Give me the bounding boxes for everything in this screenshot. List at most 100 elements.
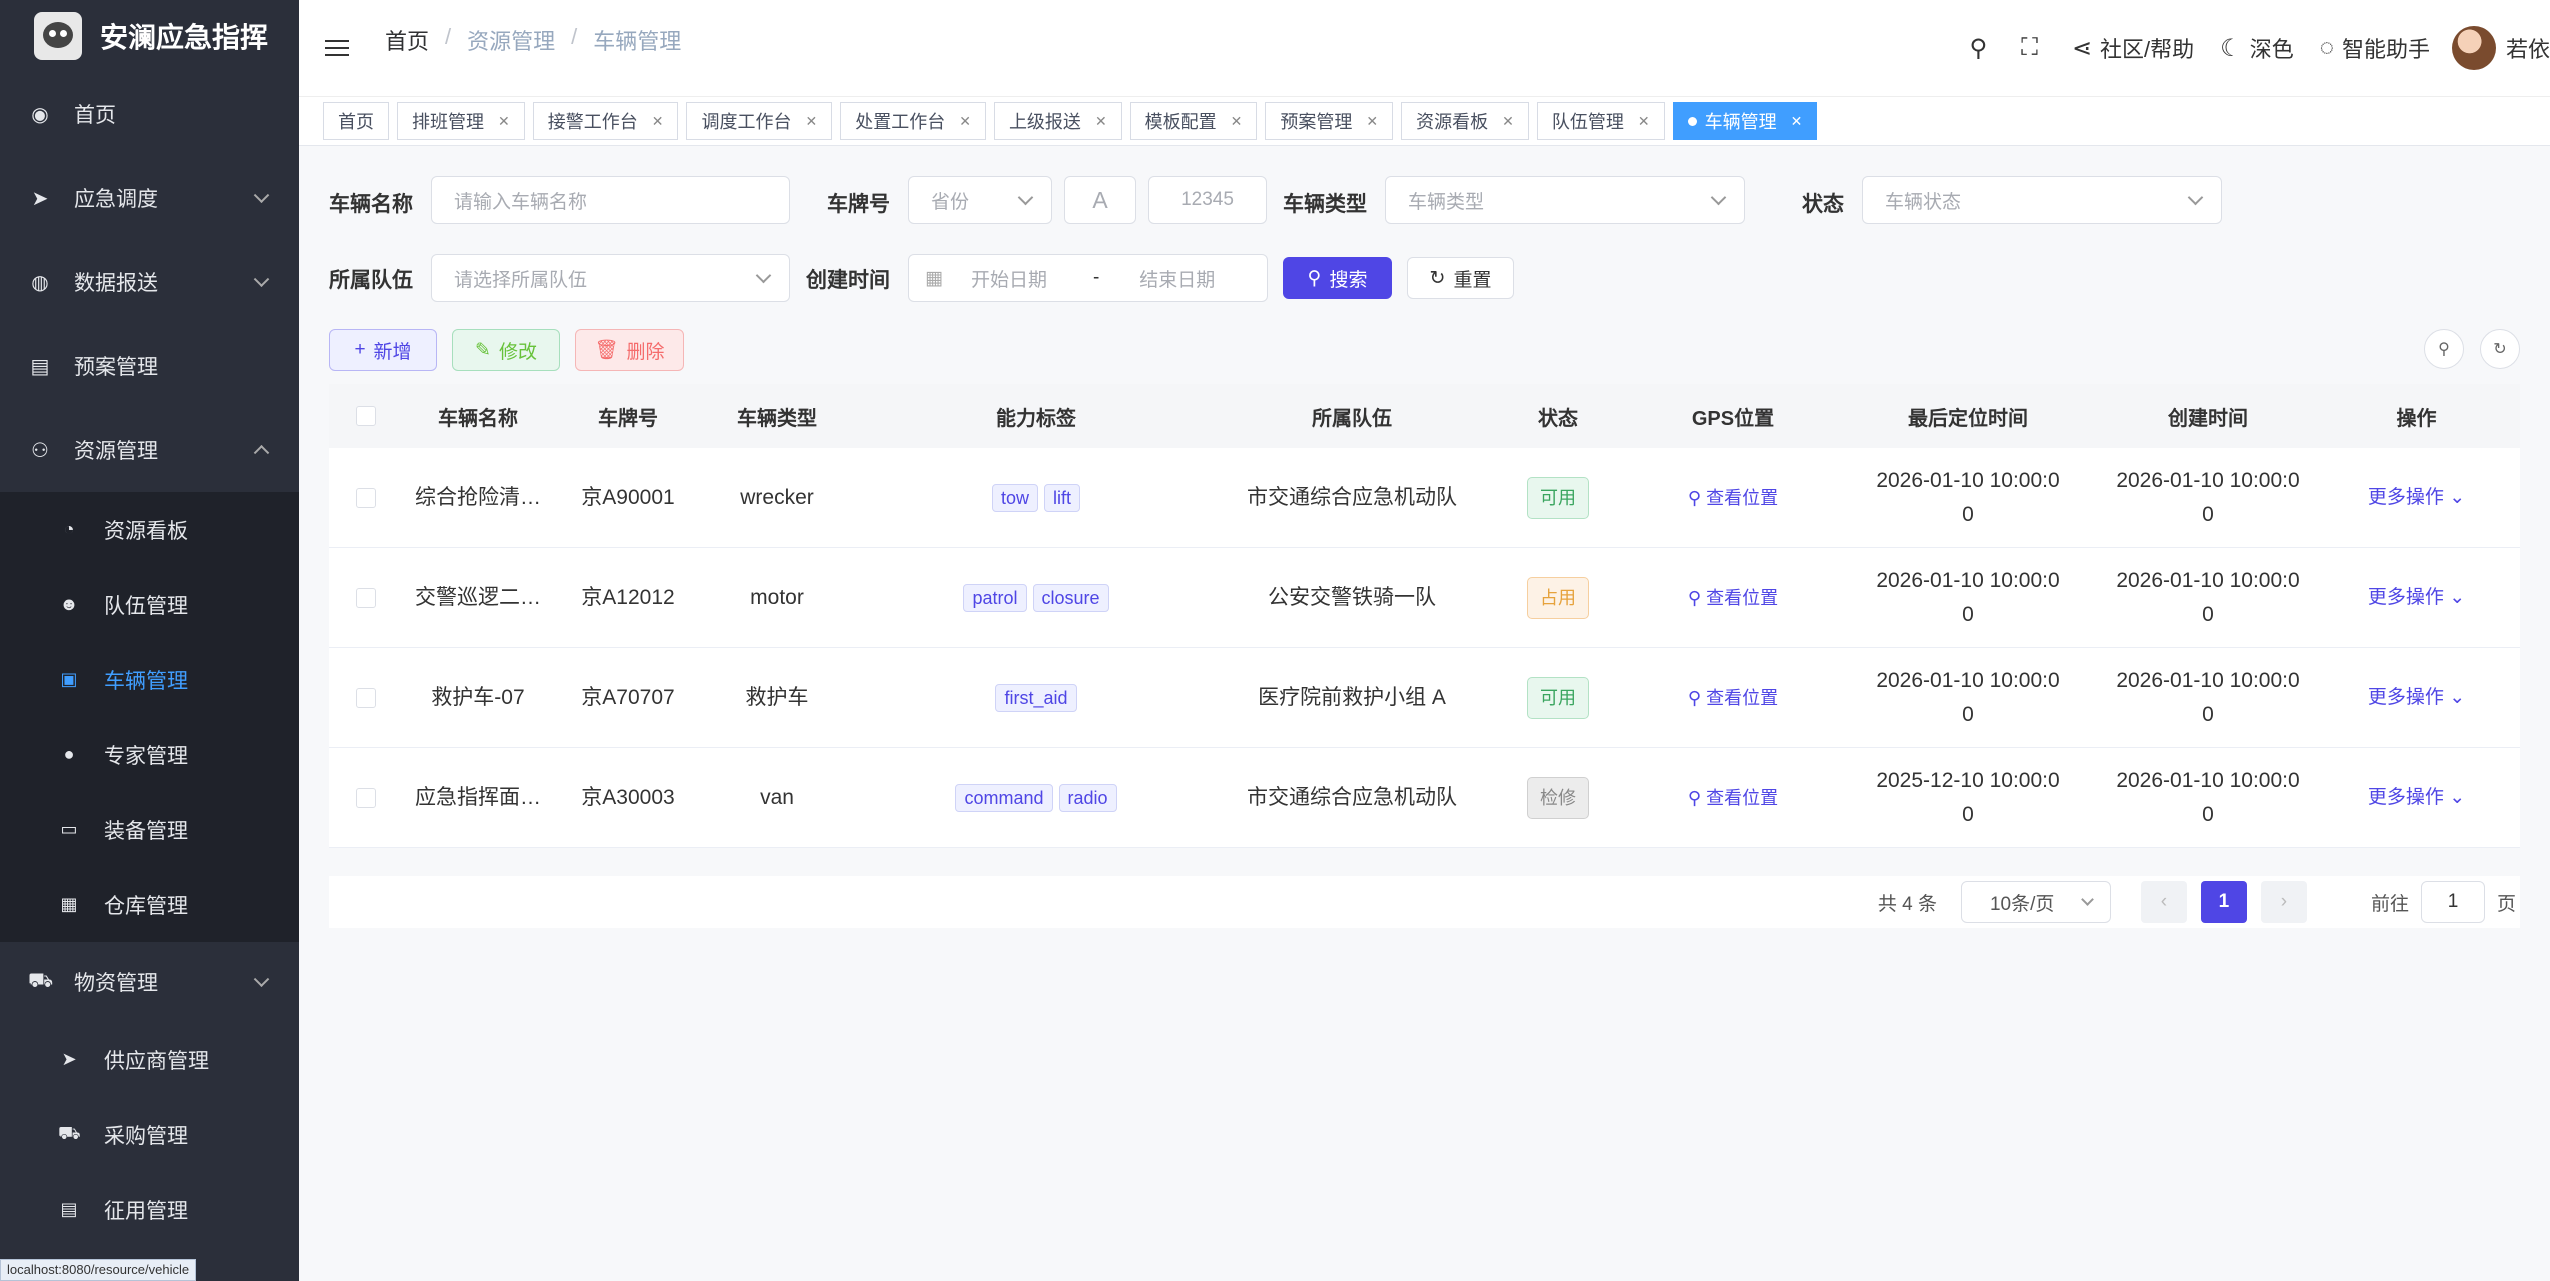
tag-item[interactable]: 队伍管理 ✕ <box>1536 102 1665 140</box>
view-location-link[interactable]: ⚲ 查看位置 <box>1688 688 1778 708</box>
select-all-checkbox[interactable] <box>356 406 376 426</box>
table-row[interactable]: 应急指挥面… 京A30003 van command radio 市交通综合应急机… <box>329 748 2520 848</box>
more-actions-dropdown[interactable]: 更多操作 ⌄ <box>2368 487 2465 508</box>
sidebar-item-material[interactable]: ⛟ 物资管理 <box>0 942 299 1022</box>
more-actions-dropdown[interactable]: 更多操作 ⌄ <box>2368 787 2465 808</box>
close-icon[interactable]: ✕ <box>498 113 510 130</box>
community-help-link[interactable]: ⋖ 社区/帮助 <box>2072 32 2194 64</box>
tag-label: 排班管理 <box>412 112 484 132</box>
sidebar-item-resource[interactable]: ⚇ 资源管理 <box>0 408 299 492</box>
tag-active[interactable]: 车辆管理 ✕ <box>1672 102 1818 140</box>
page-jumper: 前往 1 页 <box>2371 881 2516 923</box>
toggle-search-button[interactable]: ⚲ <box>2424 329 2464 369</box>
close-icon[interactable]: ✕ <box>1366 113 1378 130</box>
close-icon[interactable]: ✕ <box>1502 113 1514 130</box>
sidebar-item-requisition[interactable]: ▤ 征用管理 <box>0 1172 299 1247</box>
assistant-button[interactable]: ◌ 智能助手 <box>2320 32 2430 64</box>
tag-item[interactable]: 调度工作台 ✕ <box>686 102 833 140</box>
cell-operations: 更多操作 ⌄ <box>2313 680 2520 715</box>
close-icon[interactable]: ✕ <box>652 113 664 130</box>
delete-button[interactable]: 🗑 删除 <box>575 329 684 371</box>
more-actions-dropdown[interactable]: 更多操作 ⌄ <box>2368 687 2465 708</box>
tag-home[interactable]: 首页 <box>323 102 389 140</box>
goto-page-input[interactable]: 1 <box>2420 881 2485 923</box>
sidebar-item-purchase[interactable]: ⛟ 采购管理 <box>0 1097 299 1172</box>
close-icon[interactable]: ✕ <box>1095 113 1107 130</box>
view-location-link[interactable]: ⚲ 查看位置 <box>1688 788 1778 808</box>
row-checkbox[interactable] <box>356 587 376 608</box>
close-icon[interactable]: ✕ <box>959 113 971 130</box>
sidebar-item-vehicle[interactable]: ▣ 车辆管理 <box>0 642 299 717</box>
tag-item[interactable]: 资源看板 ✕ <box>1401 102 1529 140</box>
row-checkbox[interactable] <box>356 687 376 708</box>
sidebar-item-report[interactable]: ◍ 数据报送 <box>0 240 299 324</box>
fullscreen-icon[interactable]: ⛶ <box>2021 34 2046 62</box>
placeholder: 省份 <box>931 191 970 213</box>
vehicle-status-select[interactable]: 车辆状态 <box>1862 176 2222 224</box>
cell-vehicle-name: 应急指挥面… <box>415 785 541 809</box>
reset-button[interactable]: ↻ 重置 <box>1407 257 1514 299</box>
breadcrumb-item[interactable]: 首页 <box>385 24 429 56</box>
sidebar-item-home[interactable]: ◉ 首页 <box>0 72 299 156</box>
sidebar-item-resource-board[interactable]: ◔ 资源看板 <box>0 492 299 567</box>
cell-capability-tags: tow lift <box>851 481 1221 515</box>
plate-number-input[interactable]: 12345 <box>1148 176 1267 224</box>
team-select[interactable]: 请选择所属队伍 <box>431 254 790 302</box>
row-checkbox[interactable] <box>356 487 376 508</box>
cell-status: 检修 <box>1483 776 1633 819</box>
vehicle-type-select[interactable]: 车辆类型 <box>1385 176 1745 224</box>
tag-item[interactable]: 预案管理 ✕ <box>1265 102 1394 140</box>
close-icon[interactable]: ✕ <box>805 113 817 130</box>
sidebar-item-supplier[interactable]: ➤ 供应商管理 <box>0 1022 299 1097</box>
sidebar-item-expert[interactable]: ● 专家管理 <box>0 717 299 792</box>
location-pin-icon: ⚲ <box>1687 487 1707 508</box>
chevron-up-icon <box>253 444 270 461</box>
edit-button[interactable]: ✎ 修改 <box>452 329 560 371</box>
prev-page-button[interactable]: ‹ <box>2140 881 2187 923</box>
table-row[interactable]: 交警巡逻二… 京A12012 motor patrol closure 公安交警铁… <box>329 548 2520 648</box>
logo[interactable]: 安澜应急指挥 <box>0 0 299 72</box>
tag-item[interactable]: 处置工作台 ✕ <box>840 102 986 140</box>
tag-item[interactable]: 模板配置 ✕ <box>1129 102 1258 140</box>
vehicle-name-input[interactable]: 请输入车辆名称 <box>431 176 790 224</box>
view-location-link[interactable]: ⚲ 查看位置 <box>1688 488 1778 508</box>
sidebar-item-warehouse[interactable]: ▦ 仓库管理 <box>0 867 299 942</box>
time-line: 0 <box>1962 802 1974 826</box>
sidebar-item-equipment[interactable]: ▭ 装备管理 <box>0 792 299 867</box>
page-number-current[interactable]: 1 <box>2200 881 2247 923</box>
close-icon[interactable]: ✕ <box>1791 113 1803 130</box>
plate-letter-input[interactable]: A <box>1064 176 1136 224</box>
user-name[interactable]: 若依 <box>2506 32 2550 64</box>
browser-status-url: localhost:8080/resource/vehicle <box>0 1259 197 1281</box>
tag-item[interactable]: 上级报送 ✕ <box>993 102 1122 140</box>
sidebar-item-dispatch[interactable]: ➤ 应急调度 <box>0 156 299 240</box>
time-line: 2025-12-10 10:00:0 <box>1876 768 2060 792</box>
time-line: 0 <box>1962 602 1974 626</box>
tag-item[interactable]: 接警工作台 ✕ <box>532 102 679 140</box>
sidebar-item-plan[interactable]: ▤ 预案管理 <box>0 324 299 408</box>
add-button[interactable]: + 新增 <box>329 329 437 371</box>
refresh-button[interactable]: ↻ <box>2480 329 2520 369</box>
province-select[interactable]: 省份 <box>908 176 1052 224</box>
grid-icon: ▦ <box>60 894 78 914</box>
table-row[interactable]: 综合抢险清… 京A90001 wrecker tow lift 市交通综合应急机动… <box>329 448 2520 548</box>
sidebar-item-team[interactable]: ☻ 队伍管理 <box>0 567 299 642</box>
create-time-range[interactable]: ▦ 开始日期 - 结束日期 <box>908 254 1268 302</box>
table-row[interactable]: 救护车-07 京A70707 救护车 first_aid 医疗院前救护小组 A … <box>329 648 2520 748</box>
cell-vehicle-type: van <box>760 785 794 809</box>
dark-mode-toggle[interactable]: ☾ 深色 <box>2220 32 2294 64</box>
start-date-placeholder: 开始日期 <box>970 269 1047 291</box>
row-checkbox[interactable] <box>356 787 376 808</box>
hamburger-menu-icon[interactable] <box>325 40 349 60</box>
avatar[interactable] <box>2451 26 2496 70</box>
search-icon[interactable]: ⚲ <box>1970 34 1996 63</box>
close-icon[interactable]: ✕ <box>1638 113 1650 130</box>
view-location-link[interactable]: ⚲ 查看位置 <box>1688 588 1778 608</box>
close-icon[interactable]: ✕ <box>1231 113 1243 130</box>
more-actions-dropdown[interactable]: 更多操作 ⌄ <box>2368 587 2465 608</box>
chevron-down-icon: ⌄ <box>2449 487 2466 508</box>
page-size-select[interactable]: 10条/页 <box>1960 881 2111 923</box>
search-button[interactable]: ⚲ 搜索 <box>1283 257 1392 299</box>
tag-item[interactable]: 排班管理 ✕ <box>397 102 525 140</box>
next-page-button[interactable]: › <box>2260 881 2307 923</box>
